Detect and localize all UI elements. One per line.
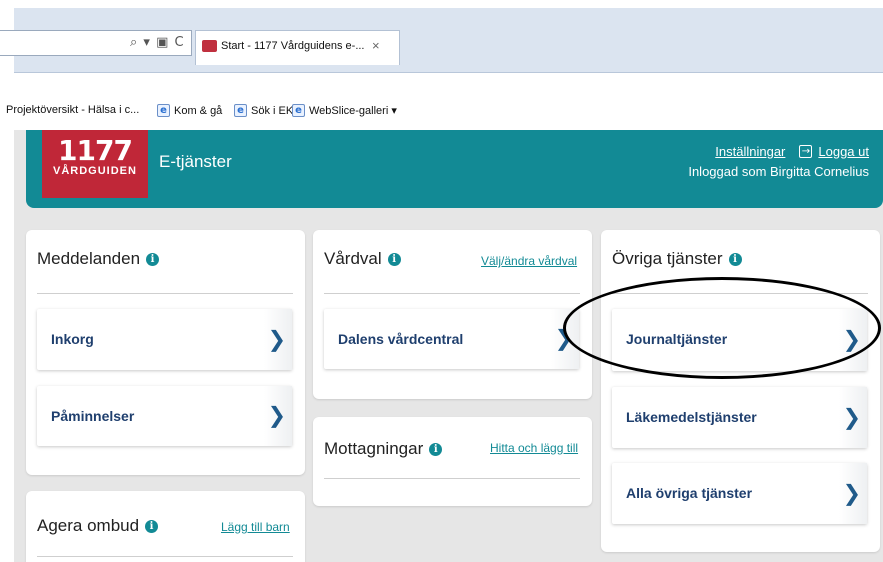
- chevron-right-icon: ❯: [264, 309, 292, 370]
- card-title: Mottagningar i: [324, 439, 443, 459]
- item-label: Påminnelser: [51, 408, 135, 424]
- list-item-paminnelser[interactable]: Påminnelser ❯: [37, 386, 292, 446]
- site-header: 1177 VÅRDGUIDEN E-tjänster Inställningar…: [26, 130, 883, 208]
- favorite-sok-i-ek[interactable]: e Sök i EK: [234, 104, 293, 117]
- favorite-projektoversikt[interactable]: Projektöversikt - Hälsa i c...: [6, 104, 139, 116]
- logo-subtitle: VÅRDGUIDEN: [53, 165, 137, 177]
- card-divider: [37, 293, 293, 294]
- favorite-label: WebSlice-galleri ▾: [309, 105, 397, 117]
- header-links: Inställningar → Logga ut: [688, 144, 869, 159]
- tab-close-icon[interactable]: ×: [372, 38, 380, 53]
- logo-number: 1177: [58, 134, 133, 167]
- page-title: E-tjänster: [159, 152, 232, 171]
- card-divider: [324, 293, 580, 294]
- site-logo[interactable]: 1177 VÅRDGUIDEN: [42, 130, 148, 198]
- info-icon[interactable]: i: [387, 252, 401, 266]
- address-bar[interactable]: ⌕ ▾ ▣ C: [0, 30, 192, 56]
- find-clinic-link[interactable]: Hitta och lägg till: [490, 441, 578, 455]
- card-title: Övriga tjänster i: [612, 249, 742, 269]
- info-icon[interactable]: i: [145, 519, 159, 533]
- card-title-text: Övriga tjänster: [612, 249, 723, 268]
- item-label: Alla övriga tjänster: [626, 485, 753, 501]
- settings-link[interactable]: Inställningar: [715, 144, 785, 159]
- favorite-label: Sök i EK: [251, 104, 294, 117]
- list-item-inkorg[interactable]: Inkorg ❯: [37, 309, 292, 370]
- chevron-right-icon: ❯: [839, 387, 867, 448]
- user-area: Inställningar → Logga ut Inloggad som Bi…: [688, 144, 869, 179]
- ie-page-icon: e: [234, 104, 247, 117]
- card-title-text: Meddelanden: [37, 249, 141, 268]
- card-title: Agera ombud i: [37, 516, 159, 536]
- info-icon[interactable]: i: [146, 252, 160, 266]
- ie-page-icon: e: [292, 104, 305, 117]
- list-item-dalens-vardcentral[interactable]: Dalens vårdcentral ❯: [324, 309, 579, 369]
- address-bar-icons[interactable]: ⌕ ▾ ▣ C: [130, 35, 185, 50]
- ie-page-icon: e: [157, 104, 170, 117]
- card-vardval: Vårdval i Välj/ändra vårdval Dalens vård…: [313, 230, 592, 399]
- card-divider: [37, 556, 293, 557]
- change-vardval-link[interactable]: Välj/ändra vårdval: [481, 254, 577, 268]
- site-favicon-icon: [202, 40, 217, 52]
- highlight-ellipse: [563, 277, 881, 379]
- list-item-lakemedelstjanster[interactable]: Läkemedelstjänster ❯: [612, 387, 867, 448]
- item-label: Inkorg: [51, 331, 94, 347]
- item-label: Läkemedelstjänster: [626, 409, 757, 425]
- card-title-text: Mottagningar: [324, 439, 424, 458]
- chevron-right-icon: ❯: [264, 386, 292, 446]
- card-mottagningar: Mottagningar i Hitta och lägg till: [313, 417, 592, 506]
- favorite-label: Kom & gå: [174, 104, 223, 117]
- item-label: Dalens vårdcentral: [338, 331, 464, 347]
- logout-link[interactable]: Logga ut: [818, 144, 869, 159]
- card-divider: [324, 478, 580, 479]
- list-item-alla-ovriga-tjanster[interactable]: Alla övriga tjänster ❯: [612, 463, 867, 524]
- tab-title: Start - 1177 Vårdguidens e-...: [221, 40, 365, 52]
- card-agera-ombud: Agera ombud i Lägg till barn: [26, 491, 305, 562]
- chevron-right-icon: ❯: [839, 463, 867, 524]
- info-icon[interactable]: i: [728, 252, 742, 266]
- logout-icon[interactable]: →: [799, 145, 813, 158]
- add-child-link[interactable]: Lägg till barn: [221, 520, 290, 534]
- favorites-bar: Projektöversikt - Hälsa i c... e Kom & g…: [0, 100, 883, 122]
- browser-tab-start[interactable]: Start - 1177 Vårdguidens e-... ×: [195, 30, 400, 65]
- favorite-kom-och-ga[interactable]: e Kom & gå: [157, 104, 222, 117]
- card-title: Vårdval i: [324, 249, 401, 269]
- browser-chrome: ⌕ ▾ ▣ C Start - 1177 Vårdguidens e-... ×…: [0, 0, 883, 130]
- logged-in-as: Inloggad som Birgitta Cornelius: [688, 164, 869, 179]
- card-title: Meddelanden i: [37, 249, 160, 269]
- favorite-label: Projektöversikt - Hälsa i c...: [6, 104, 140, 116]
- card-title-text: Agera ombud: [37, 516, 140, 535]
- card-meddelanden: Meddelanden i Inkorg ❯ Påminnelser ❯: [26, 230, 305, 475]
- info-icon[interactable]: i: [429, 442, 443, 456]
- favorite-webslice-galleri[interactable]: e WebSlice-galleri ▾: [292, 104, 397, 117]
- card-title-text: Vårdval: [324, 249, 382, 268]
